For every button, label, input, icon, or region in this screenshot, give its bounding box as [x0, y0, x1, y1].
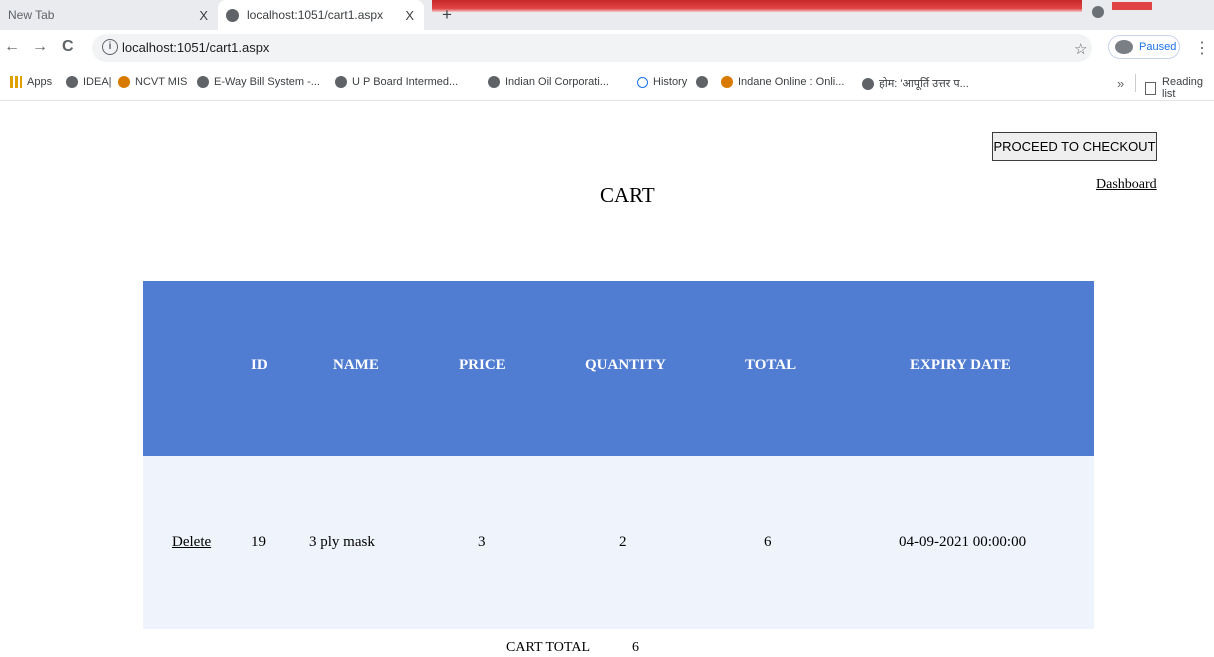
bookmark-history[interactable]: History	[637, 76, 687, 88]
history-icon	[637, 76, 648, 88]
bookmark-label: Indian Oil Corporati...	[505, 76, 609, 88]
column-header-name: NAME	[333, 357, 379, 373]
column-header-id: ID	[251, 357, 268, 373]
globe-icon	[696, 76, 708, 88]
bookmark-unnamed[interactable]	[696, 76, 713, 88]
bookmark-indane[interactable]: Indane Online : Onli...	[721, 76, 844, 88]
globe-icon	[66, 76, 78, 88]
url-text[interactable]: localhost:1051/cart1.aspx	[122, 40, 269, 55]
reload-icon[interactable]: C	[62, 38, 74, 56]
window-control-icon[interactable]	[1092, 6, 1104, 18]
forward-icon[interactable]: →	[32, 38, 48, 56]
dashboard-link[interactable]: Dashboard	[1096, 177, 1157, 193]
page-title: CART	[600, 183, 655, 207]
bookmark-apps[interactable]: Apps	[10, 76, 52, 88]
overlapping-window-strip	[1112, 2, 1152, 10]
bookmark-label: E-Way Bill System -...	[214, 76, 320, 88]
close-icon[interactable]: X	[199, 8, 208, 23]
proceed-to-checkout-button[interactable]: PROCEED TO CHECKOUT	[992, 132, 1157, 161]
globe-icon	[862, 77, 874, 90]
bookmark-label: IDEA|	[83, 76, 112, 88]
apps-icon	[10, 76, 22, 88]
info-icon[interactable]: i	[102, 39, 118, 55]
bookmarks-overflow-icon[interactable]: »	[1117, 76, 1124, 91]
avatar	[1115, 40, 1133, 54]
address-bar[interactable]: i localhost:1051/cart1.aspx	[92, 34, 1092, 62]
cell-price: 3	[478, 534, 486, 550]
column-header-total: TOTAL	[745, 357, 797, 373]
indane-icon	[721, 76, 733, 88]
new-tab-button[interactable]: +	[442, 6, 452, 23]
globe-icon	[197, 76, 209, 88]
menu-icon[interactable]: ⋮	[1194, 38, 1210, 58]
cell-total: 6	[764, 534, 772, 550]
cell-id: 19	[251, 534, 266, 550]
bookmark-label: History	[653, 76, 688, 88]
close-icon[interactable]: X	[405, 8, 414, 23]
bookmark-indianoil[interactable]: Indian Oil Corporati...	[488, 76, 609, 88]
bookmark-label: Apps	[27, 76, 53, 88]
bookmark-label: NCVT MIS	[135, 76, 188, 88]
column-header-price: PRICE	[459, 357, 506, 373]
reading-list-icon	[1145, 81, 1157, 95]
bookmark-hindi[interactable]: होम: 'आपूर्ति उत्तर प...	[862, 76, 969, 91]
globe-icon	[488, 76, 500, 88]
bookmark-label: होम: 'आपूर्ति उत्तर प...	[879, 78, 969, 90]
bookmark-label: U P Board Intermed...	[352, 76, 459, 88]
column-header-quantity: QUANTITY	[585, 357, 666, 373]
tab-title: New Tab	[8, 8, 55, 22]
globe-icon	[226, 8, 239, 22]
globe-icon	[335, 76, 347, 88]
cell-expiry-date: 04-09-2021 00:00:00	[899, 534, 1027, 550]
divider	[1135, 74, 1136, 92]
tab-strip: New Tab X localhost:1051/cart1.aspx X +	[0, 0, 1214, 30]
column-header-expiry-date: EXPIRY DATE	[910, 357, 1011, 373]
back-icon[interactable]: ←	[4, 38, 20, 56]
bookmark-label: Indane Online : Onli...	[738, 76, 845, 88]
cart-total-label: CART TOTAL	[506, 640, 590, 655]
tab-new-tab[interactable]: New Tab X	[0, 0, 218, 30]
bookmark-star-icon[interactable]: ☆	[1074, 40, 1087, 58]
bookmark-eway[interactable]: E-Way Bill System -...	[197, 76, 320, 88]
tab-cart[interactable]: localhost:1051/cart1.aspx X	[218, 0, 424, 30]
profile-button[interactable]: Paused	[1108, 35, 1180, 59]
overlapping-window-strip	[432, 0, 1082, 12]
reading-list-button[interactable]: Reading list	[1145, 76, 1214, 100]
browser-toolbar: ← → C i localhost:1051/cart1.aspx ☆ Paus…	[0, 30, 1214, 66]
cell-name: 3 ply mask	[309, 534, 375, 550]
bookmark-upboard[interactable]: U P Board Intermed...	[335, 76, 458, 88]
bookmark-ncvt[interactable]: NCVT MIS	[118, 76, 187, 88]
emblem-icon	[118, 76, 130, 88]
bookmark-idea[interactable]: IDEA|	[66, 76, 112, 88]
reading-list-label: Reading list	[1162, 76, 1204, 100]
delete-link[interactable]: Delete	[172, 534, 211, 551]
cell-quantity: 2	[619, 534, 627, 550]
bookmarks-bar: Apps IDEA| NCVT MIS E-Way Bill System -.…	[0, 66, 1214, 101]
profile-status: Paused	[1139, 41, 1177, 53]
tab-title: localhost:1051/cart1.aspx	[247, 8, 384, 22]
cart-total-value: 6	[632, 640, 639, 655]
